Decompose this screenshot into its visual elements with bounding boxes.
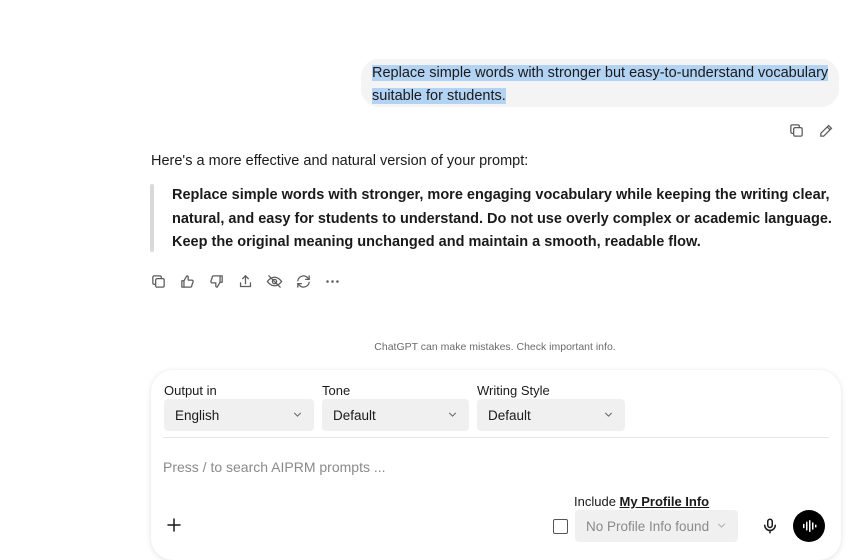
plus-icon[interactable] xyxy=(165,516,183,534)
chevron-down-icon xyxy=(446,408,459,421)
tone-select[interactable]: Default xyxy=(322,399,469,431)
chevron-down-icon xyxy=(602,408,615,421)
writing-style-value: Default xyxy=(488,408,531,423)
output-language-label: Output in xyxy=(164,383,217,398)
composer-divider xyxy=(163,437,829,438)
thumbs-up-icon[interactable] xyxy=(179,273,196,290)
writing-style-label: Writing Style xyxy=(477,383,550,398)
copy-icon[interactable] xyxy=(788,122,805,139)
include-profile-label: Include My Profile Info xyxy=(574,494,709,509)
prompt-search-input[interactable] xyxy=(163,455,823,479)
my-profile-info-link[interactable]: My Profile Info xyxy=(620,494,710,509)
output-language-value: English xyxy=(175,408,220,423)
chevron-down-icon xyxy=(715,519,728,532)
user-message-actions xyxy=(788,122,835,139)
edit-icon[interactable] xyxy=(818,122,835,139)
more-icon[interactable] xyxy=(324,273,341,290)
writing-style-select[interactable]: Default xyxy=(477,399,625,431)
include-profile-checkbox[interactable] xyxy=(553,519,568,534)
regenerate-icon[interactable] xyxy=(295,273,312,290)
hide-icon[interactable] xyxy=(266,273,283,290)
user-message-line-2: suitable for students. xyxy=(372,88,506,104)
include-prefix: Include xyxy=(574,494,620,509)
copy-icon[interactable] xyxy=(150,273,167,290)
share-icon[interactable] xyxy=(237,273,254,290)
assistant-intro-text: Here's a more effective and natural vers… xyxy=(151,153,529,169)
blockquote-bar xyxy=(150,184,154,252)
voice-mode-icon xyxy=(803,520,817,532)
voice-mode-button[interactable] xyxy=(793,510,825,542)
disclaimer-text: ChatGPT can make mistakes. Check importa… xyxy=(374,341,616,353)
response-actions xyxy=(150,273,341,290)
profile-select-value: No Profile Info found xyxy=(586,519,710,534)
profile-select[interactable]: No Profile Info found xyxy=(575,510,738,542)
thumbs-down-icon[interactable] xyxy=(208,273,225,290)
chevron-down-icon xyxy=(291,408,304,421)
tone-label: Tone xyxy=(322,383,351,398)
tone-value: Default xyxy=(333,408,376,423)
assistant-quote-text: Replace simple words with stronger, more… xyxy=(172,187,832,250)
user-message-line-1: Replace simple words with stronger but e… xyxy=(372,65,829,81)
user-message-text: Replace simple words with stronger but e… xyxy=(372,62,834,108)
microphone-icon[interactable] xyxy=(761,517,779,535)
output-language-select[interactable]: English xyxy=(164,399,314,431)
